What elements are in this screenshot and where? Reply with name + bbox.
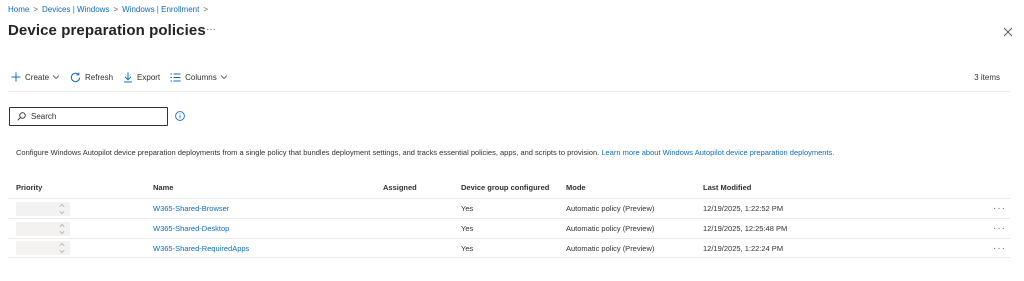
priority-spinner[interactable] xyxy=(16,241,70,255)
column-header-name[interactable]: Name xyxy=(153,183,383,192)
last-modified-cell: 12/19/2025, 12:25:48 PM xyxy=(703,224,788,233)
search-input[interactable] xyxy=(31,112,161,121)
learn-more-link[interactable]: Learn more about Windows Autopilot devic… xyxy=(601,148,834,157)
refresh-label: Refresh xyxy=(85,72,114,82)
create-label: Create xyxy=(25,72,50,82)
policy-name-link[interactable]: W365-Shared-Desktop xyxy=(153,224,229,233)
priority-cell xyxy=(8,241,153,255)
divider xyxy=(8,91,1010,92)
breadcrumb-windows-enrollment[interactable]: Windows | Enrollment xyxy=(122,5,199,14)
column-header-priority[interactable]: Priority xyxy=(8,183,153,192)
description: Configure Windows Autopilot device prepa… xyxy=(16,148,834,157)
mode-cell: Automatic policy (Preview) xyxy=(566,243,655,253)
export-label: Export xyxy=(137,72,161,82)
export-button[interactable]: Export xyxy=(123,72,160,83)
policies-table: Priority Name Assigned Device group conf… xyxy=(8,176,1010,258)
chevron-down-icon[interactable] xyxy=(59,249,65,254)
chevron-up-icon[interactable] xyxy=(59,203,65,208)
info-icon[interactable] xyxy=(175,111,185,121)
breadcrumb-separator: > xyxy=(33,5,39,14)
columns-list-icon xyxy=(170,73,181,81)
policy-name-link[interactable]: W365-Shared-RequiredApps xyxy=(153,244,249,253)
breadcrumb: Home > Devices | Windows > Windows | Enr… xyxy=(8,5,212,14)
refresh-button[interactable]: Refresh xyxy=(70,72,113,83)
create-button[interactable]: Create xyxy=(11,72,60,82)
refresh-icon xyxy=(70,72,81,82)
column-header-assigned[interactable]: Assigned xyxy=(383,183,461,192)
chevron-up-icon[interactable] xyxy=(59,223,65,228)
row-more-button[interactable]: ··· xyxy=(983,243,1010,254)
search-icon xyxy=(17,112,26,121)
last-modified-cell: 12/19/2025, 1:22:24 PM xyxy=(703,243,784,253)
chevron-down-icon[interactable] xyxy=(59,210,65,215)
breadcrumb-separator: > xyxy=(203,5,209,14)
columns-label: Columns xyxy=(185,72,217,82)
last-modified-cell: 12/19/2025, 1:22:52 PM xyxy=(703,204,784,213)
device-group-cell: Yes xyxy=(461,243,474,253)
priority-cell xyxy=(8,221,153,236)
chevron-up-icon[interactable] xyxy=(59,242,65,247)
breadcrumb-devices-windows[interactable]: Devices | Windows xyxy=(42,5,109,14)
priority-cell xyxy=(8,201,153,216)
row-more-button[interactable]: ··· xyxy=(983,203,1010,214)
mode-cell: Automatic policy (Preview) xyxy=(566,204,655,213)
description-text: Configure Windows Autopilot device prepa… xyxy=(16,148,600,157)
row-more-button[interactable]: ··· xyxy=(983,223,1010,234)
page-title: Device preparation policies xyxy=(8,22,206,39)
breadcrumb-home[interactable]: Home xyxy=(8,5,29,14)
search-box[interactable] xyxy=(9,107,168,126)
column-header-last-modified[interactable]: Last Modified xyxy=(703,183,983,192)
column-header-mode[interactable]: Mode xyxy=(566,183,703,192)
close-icon[interactable] xyxy=(1003,27,1013,37)
chevron-down-icon xyxy=(52,75,60,80)
column-header-device-group[interactable]: Device group configured xyxy=(461,183,566,192)
download-icon xyxy=(124,72,133,82)
table-row[interactable]: W365-Shared-RequiredApps Yes Automatic p… xyxy=(8,238,1010,258)
mode-cell: Automatic policy (Preview) xyxy=(566,224,655,233)
table-header: Priority Name Assigned Device group conf… xyxy=(8,176,1010,198)
plus-icon xyxy=(11,72,21,82)
chevron-down-icon[interactable] xyxy=(59,230,65,235)
items-count: 3 items xyxy=(974,73,1000,82)
priority-spinner[interactable] xyxy=(16,221,70,236)
breadcrumb-separator: > xyxy=(113,5,119,14)
table-row[interactable]: W365-Shared-Browser Yes Automatic policy… xyxy=(8,198,1010,218)
device-group-cell: Yes xyxy=(461,224,474,233)
command-bar: Create Refresh Export Columns xyxy=(11,70,238,84)
table-row[interactable]: W365-Shared-Desktop Yes Automatic policy… xyxy=(8,218,1010,238)
columns-button[interactable]: Columns xyxy=(170,73,228,82)
priority-spinner[interactable] xyxy=(16,201,70,216)
more-options-button[interactable]: ··· xyxy=(206,24,216,35)
policy-name-link[interactable]: W365-Shared-Browser xyxy=(153,204,229,213)
device-group-cell: Yes xyxy=(461,204,474,213)
chevron-down-icon xyxy=(220,75,228,80)
